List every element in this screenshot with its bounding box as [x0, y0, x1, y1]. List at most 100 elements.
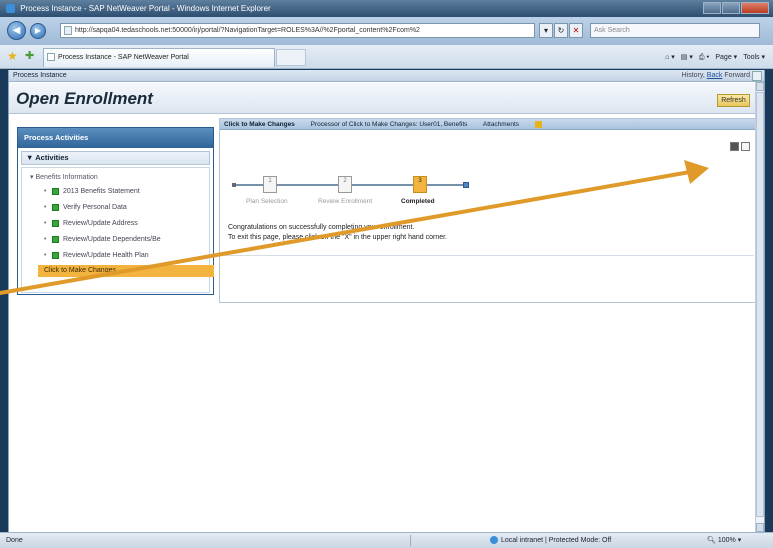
list-item-label: Click to Make Changes: [44, 267, 116, 274]
address-buttons: ▾ ↻ ✕: [538, 23, 583, 38]
forward-button[interactable]: ▶: [30, 23, 46, 39]
activities-label: Activities: [35, 153, 69, 162]
roadmap-stepper: 1 2 3 Plan Selection Review Enrollment C…: [220, 173, 480, 207]
tab-page-icon: [47, 53, 55, 61]
activities-section[interactable]: ▼ Activities: [21, 151, 210, 165]
window-view-icon[interactable]: [741, 142, 750, 151]
list-item[interactable]: • Verify Personal Data: [44, 202, 127, 214]
step-label: Review Enrollment: [318, 198, 373, 205]
page-menu[interactable]: Page ▾: [715, 51, 737, 64]
command-bar: ⌂ ▾ ▤ ▾ ⎙ ▾ Page ▾ Tools ▾: [665, 51, 765, 64]
zoom-level[interactable]: 🔍︎ 100% ▾: [707, 533, 741, 548]
list-item[interactable]: • Review/Update Address: [44, 218, 138, 230]
add-favorites-icon[interactable]: ✚: [25, 50, 39, 63]
list-item[interactable]: • 2013 Benefits Statement: [44, 186, 140, 198]
forward-link[interactable]: Forward: [724, 72, 750, 79]
vertical-scrollbar[interactable]: [755, 82, 764, 532]
activities-tree: ▾ Benefits Information • 2013 Benefits St…: [21, 167, 214, 293]
scroll-up-button[interactable]: [756, 82, 764, 91]
list-item[interactable]: • Review/Update Health Plan: [44, 250, 149, 262]
search-placeholder: Ask Search: [594, 27, 630, 34]
close-window-button[interactable]: [741, 2, 769, 14]
minimize-button[interactable]: [703, 2, 721, 14]
step-review-enrollment[interactable]: 2: [338, 176, 352, 193]
bullet-icon: •: [44, 252, 47, 259]
stop-icon[interactable]: ✕: [569, 23, 583, 38]
paperclip-icon: [535, 120, 543, 128]
message-line-1: Congratulations on successfully completi…: [228, 224, 415, 231]
scroll-down-button[interactable]: [756, 523, 764, 532]
collapse-arrow-icon[interactable]: ▼: [26, 153, 35, 162]
complete-icon: [52, 203, 59, 211]
roadmap-start: [232, 183, 236, 187]
home-icon[interactable]: ⌂ ▾: [665, 51, 675, 64]
list-item-label: Review/Update Health Plan: [63, 252, 149, 259]
portal-page: Process Instance History, Back Forward O…: [8, 70, 765, 532]
browser-window: Process Instance - SAP NetWeaver Portal …: [0, 0, 773, 548]
new-tab-button[interactable]: [276, 49, 306, 66]
list-item-selected[interactable]: Click to Make Changes: [38, 265, 214, 277]
ie-logo-icon: [6, 4, 15, 14]
maximize-portal-icon[interactable]: [752, 71, 762, 81]
roadmap-end: [463, 182, 469, 188]
attachments-link[interactable]: Attachments: [482, 120, 556, 128]
window-title: Process Instance - SAP NetWeaver Portal …: [20, 4, 271, 13]
portal-breadcrumb-bar: Process Instance History, Back Forward: [9, 70, 764, 82]
maximize-button[interactable]: [722, 2, 740, 14]
panel-header: Process Activities: [18, 128, 213, 148]
step-number: 2: [343, 178, 347, 184]
search-input[interactable]: Ask Search: [590, 23, 760, 38]
bullet-icon: •: [44, 236, 47, 243]
activity-title: Click to Make Changes: [224, 121, 295, 128]
feeds-icon[interactable]: ▤ ▾: [681, 51, 693, 64]
attachments-label: Attachments: [482, 121, 520, 128]
zoom-value: 100%: [717, 537, 736, 544]
list-item-label: Verify Personal Data: [63, 204, 127, 211]
dropdown-arrow-icon[interactable]: ▾: [539, 23, 553, 38]
favorites-star-icon[interactable]: ★: [7, 50, 21, 63]
page-title: Open Enrollment: [16, 89, 153, 108]
complete-icon: [52, 219, 59, 227]
complete-icon: [52, 235, 59, 243]
status-bar: Done Local intranet | Protected Mode: Of…: [0, 532, 773, 548]
refresh-button[interactable]: Refresh: [717, 94, 750, 107]
step-completed[interactable]: 3: [413, 176, 427, 193]
security-zone[interactable]: Local intranet | Protected Mode: Off: [490, 533, 690, 548]
tab-bar: ★ ✚ Process Instance - SAP NetWeaver Por…: [0, 45, 773, 69]
address-bar[interactable]: http://sapqa04.tedaschools.net:50000/irj…: [60, 23, 535, 38]
address-url: http://sapqa04.tedaschools.net:50000/irj…: [75, 27, 420, 34]
tree-root[interactable]: ▾ Benefits Information: [30, 173, 98, 181]
view-icons: [730, 142, 750, 151]
refresh-icon[interactable]: ↻: [554, 23, 568, 38]
step-plan-selection[interactable]: 1: [263, 176, 277, 193]
divider: [224, 255, 754, 256]
step-label: Completed: [401, 198, 435, 205]
bullet-icon: •: [44, 204, 47, 211]
page-icon: [64, 26, 72, 35]
activity-processor: Processor of Click to Make Changes: User…: [310, 121, 468, 128]
address-toolbar: ◀ ▶ http://sapqa04.tedaschools.net:50000…: [0, 17, 773, 45]
back-link[interactable]: Back: [707, 72, 723, 79]
activity-detail-panel: Click to Make Changes Processor of Click…: [219, 118, 759, 303]
zoom-icon: 🔍︎: [707, 537, 718, 544]
bullet-icon: •: [44, 220, 47, 227]
back-button[interactable]: ◀: [7, 21, 26, 40]
bullet-icon: •: [44, 188, 47, 195]
list-item-label: Review/Update Address: [63, 220, 138, 227]
history-links: History, Back Forward: [682, 70, 750, 82]
activity-info-bar: Click to Make Changes Processor of Click…: [220, 119, 758, 130]
complete-icon: [52, 251, 59, 259]
window-controls: [702, 2, 769, 14]
list-item[interactable]: • Review/Update Dependents/Be: [44, 234, 161, 246]
complete-icon: [52, 187, 59, 195]
status-separator: [410, 535, 422, 546]
tab-label: Process Instance - SAP NetWeaver Portal: [58, 54, 189, 61]
tab-process-instance[interactable]: Process Instance - SAP NetWeaver Portal: [43, 48, 275, 67]
breadcrumb: Process Instance: [13, 72, 67, 79]
history-label[interactable]: History,: [682, 72, 705, 79]
print-icon[interactable]: ⎙ ▾: [699, 51, 710, 64]
tools-menu[interactable]: Tools ▾: [743, 51, 765, 64]
globe-icon: [490, 536, 498, 545]
scroll-thumb[interactable]: [756, 92, 764, 517]
print-view-icon[interactable]: [730, 142, 739, 151]
